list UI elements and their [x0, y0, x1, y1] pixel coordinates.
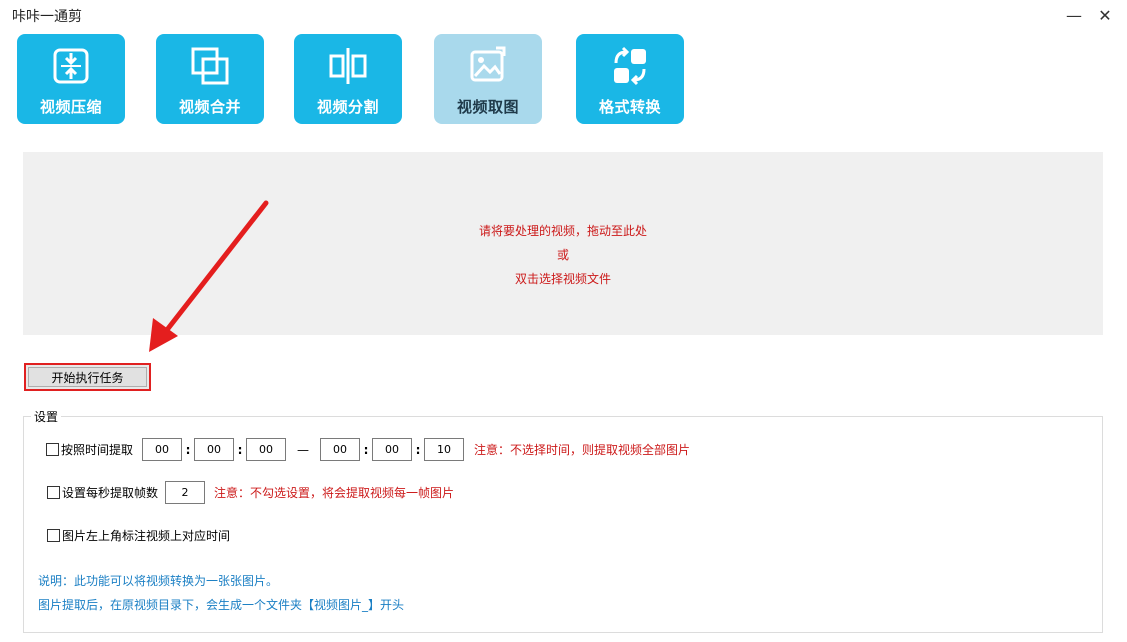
per-second-checkbox[interactable] — [47, 486, 60, 499]
tool-split-button[interactable]: 视频分割 — [294, 34, 402, 124]
close-button[interactable]: ✕ — [1094, 5, 1116, 25]
drop-hint-line-2: 或 — [556, 248, 569, 262]
tool-image-extract-button[interactable]: 视频取图 — [434, 34, 542, 124]
video-drop-area[interactable]: 请将要处理的视频，拖动至此处 或 双击选择视频文件 — [23, 152, 1103, 335]
app-window: 咔咔一通剪 — ✕ 视频压缩 视频合并 视频分割 视频取图 格式转换 请将要处理… — [0, 0, 1127, 642]
info-line-1: 说明：此功能可以将视频转换为一张张图片。 — [38, 574, 279, 588]
frames-per-second-input[interactable]: 2 — [165, 481, 206, 504]
colon-separator: : — [185, 442, 191, 457]
settings-legend: 设置 — [31, 408, 62, 425]
per-second-row: 设置每秒提取帧数 2 注意：不勾选设置，将会提取视频每一帧图片 — [47, 481, 454, 504]
tool-format-convert-button[interactable]: 格式转换 — [576, 34, 684, 124]
start-task-button[interactable]: 开始执行任务 — [24, 363, 151, 391]
by-time-label: 按照时间提取 — [61, 443, 134, 457]
start-minute-input[interactable]: 00 — [194, 438, 235, 461]
start-hour-input[interactable]: 00 — [142, 438, 183, 461]
by-time-note: 注意：不选择时间，则提取视频全部图片 — [474, 443, 691, 457]
tool-label: 视频压缩 — [39, 98, 102, 116]
timestamp-label: 图片左上角标注视频上对应时间 — [62, 529, 231, 543]
window-title: 咔咔一通剪 — [12, 9, 82, 25]
colon-separator: : — [237, 442, 243, 457]
tool-label: 视频取图 — [456, 98, 519, 116]
timestamp-row: 图片左上角标注视频上对应时间 — [47, 527, 230, 544]
by-time-checkbox[interactable] — [46, 443, 59, 456]
format-convert-icon — [614, 46, 646, 86]
merge-icon — [191, 47, 229, 85]
minimize-button[interactable]: — — [1063, 5, 1085, 25]
colon-separator: : — [363, 442, 369, 457]
tool-label: 格式转换 — [598, 98, 661, 116]
image-extract-icon — [470, 46, 506, 82]
drop-hint-line-3: 双击选择视频文件 — [514, 272, 611, 286]
range-separator: — — [297, 442, 310, 457]
tool-merge-button[interactable]: 视频合并 — [156, 34, 264, 124]
drop-hint-line-1: 请将要处理的视频，拖动至此处 — [478, 224, 647, 238]
per-second-note: 注意：不勾选设置，将会提取视频每一帧图片 — [214, 486, 455, 500]
per-second-label: 设置每秒提取帧数 — [62, 486, 159, 500]
colon-separator: : — [415, 442, 421, 457]
split-icon — [329, 48, 367, 84]
time-range-row: 按照时间提取 00 : 00 : 00 — 00 : 00 : 10 注意：不选… — [46, 438, 690, 461]
start-task-label: 开始执行任务 — [28, 367, 147, 387]
start-second-input[interactable]: 00 — [246, 438, 287, 461]
compress-icon — [53, 48, 89, 84]
tool-label: 视频分割 — [316, 98, 379, 116]
tool-label: 视频合并 — [178, 98, 241, 116]
timestamp-checkbox[interactable] — [47, 529, 60, 542]
end-hour-input[interactable]: 00 — [320, 438, 361, 461]
info-line-2: 图片提取后，在原视频目录下，会生成一个文件夹【视频图片_】开头 — [38, 598, 405, 612]
end-minute-input[interactable]: 00 — [372, 438, 413, 461]
tool-compress-button[interactable]: 视频压缩 — [17, 34, 125, 124]
end-second-input[interactable]: 10 — [424, 438, 465, 461]
